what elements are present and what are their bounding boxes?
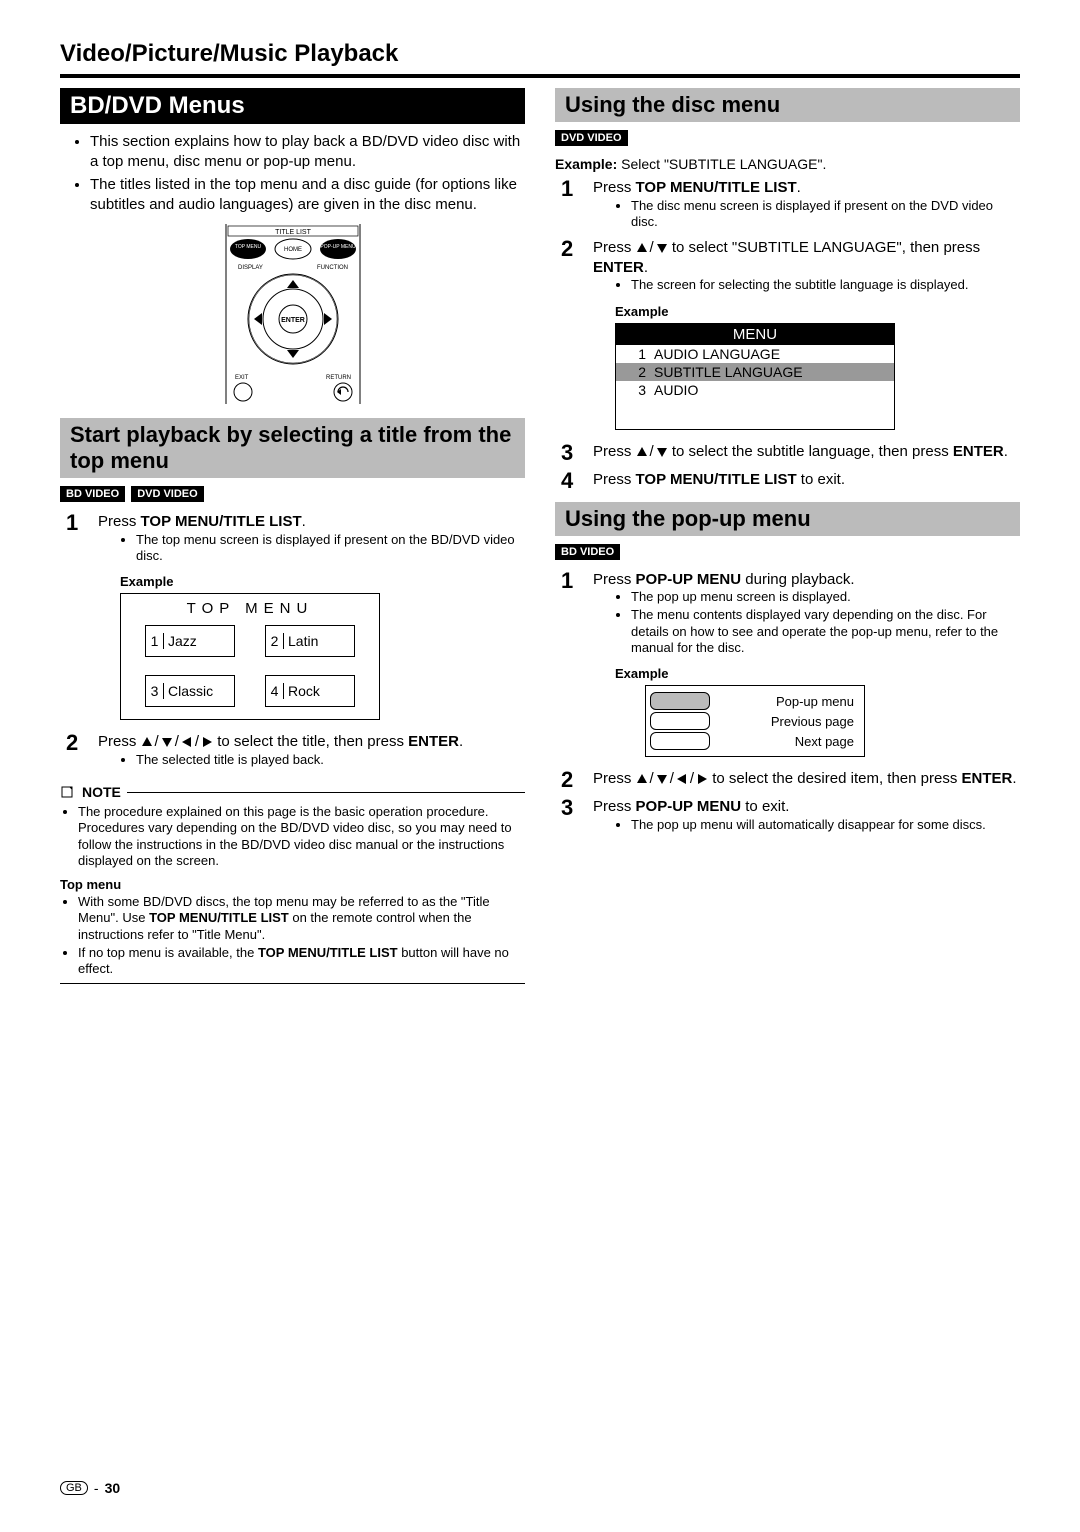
- menu-row-selected: 2SUBTITLE LANGUAGE: [616, 363, 894, 381]
- step-number: 1: [561, 570, 579, 659]
- svg-text:HOME: HOME: [284, 247, 302, 253]
- badge-dvd-video: DVD VIDEO: [555, 130, 628, 146]
- arrow-up-down-icon: /: [636, 238, 668, 258]
- example-label: Example: [615, 304, 1020, 319]
- step-text: Press POP-UP MENU to exit. The pop up me…: [593, 797, 1020, 835]
- step-number: 4: [561, 470, 579, 492]
- example-label: Example: [615, 666, 1020, 681]
- popup-example: Pop-up menu Previous page Next page: [645, 685, 865, 757]
- remote-illustration: TITLE LIST TOP MENU HOME POP-UP MENU DIS…: [193, 224, 393, 404]
- step-text: Press / to select "SUBTITLE LANGUAGE", t…: [593, 238, 1020, 296]
- arrow-up-down-left-right-icon: ///: [636, 769, 709, 789]
- step-number: 2: [66, 732, 84, 770]
- right-column: Using the disc menu DVD VIDEO Example: S…: [555, 88, 1020, 998]
- note-label: NOTE: [82, 784, 121, 800]
- menu-header: MENU: [616, 324, 894, 345]
- badge-bd-video: BD VIDEO: [60, 486, 125, 502]
- step-number: 2: [561, 238, 579, 296]
- heading-bd-dvd-menus: BD/DVD Menus: [60, 88, 525, 124]
- footer: GB - 30: [60, 1480, 120, 1496]
- step-text: Press /// to select the desired item, th…: [593, 769, 1020, 791]
- popup-row: Next page: [650, 732, 860, 750]
- top-menu-cell: 1Jazz: [145, 625, 235, 657]
- menu-row: 1AUDIO LANGUAGE: [616, 345, 894, 363]
- heading-using-popup-menu: Using the pop-up menu: [555, 502, 1020, 536]
- step-number: 3: [561, 797, 579, 835]
- intro-bullet: The titles listed in the top menu and a …: [90, 175, 525, 214]
- step-text: Press / to select the subtitle language,…: [593, 442, 1020, 464]
- svg-text:TITLE LIST: TITLE LIST: [275, 229, 312, 236]
- note-icon: [60, 785, 76, 799]
- step-number: 1: [66, 512, 84, 566]
- example-line: Example: Select "SUBTITLE LANGUAGE".: [555, 156, 1020, 172]
- step-text: Press TOP MENU/TITLE LIST to exit.: [593, 470, 1020, 492]
- step-text: Press POP-UP MENU during playback. The p…: [593, 570, 1020, 659]
- heading-using-disc-menu: Using the disc menu: [555, 88, 1020, 122]
- page-title: Video/Picture/Music Playback: [60, 40, 1020, 78]
- example-label: Example: [120, 574, 525, 589]
- top-menu-title: TOP MENU: [131, 600, 369, 617]
- svg-text:FUNCTION: FUNCTION: [317, 265, 348, 271]
- arrow-up-down-icon: /: [636, 442, 668, 462]
- note-bullet: The procedure explained on this page is …: [78, 804, 525, 869]
- step-text: Press TOP MENU/TITLE LIST. The top menu …: [98, 512, 525, 566]
- popup-row: Pop-up menu: [650, 692, 860, 710]
- svg-text:RETURN: RETURN: [326, 375, 351, 381]
- left-column: BD/DVD Menus This section explains how t…: [60, 88, 525, 998]
- svg-text:DISPLAY: DISPLAY: [238, 265, 263, 271]
- topmenu-note-bullet: If no top menu is available, the TOP MEN…: [78, 945, 525, 978]
- badge-bd-video: BD VIDEO: [555, 544, 620, 560]
- menu-example: MENU 1AUDIO LANGUAGE 2SUBTITLE LANGUAGE …: [615, 323, 895, 430]
- step-text: Press /// to select the title, then pres…: [98, 732, 525, 770]
- step-number: 3: [561, 442, 579, 464]
- arrow-up-down-left-right-icon: ///: [141, 732, 214, 752]
- svg-text:POP-UP MENU: POP-UP MENU: [320, 244, 356, 250]
- popup-row: Previous page: [650, 712, 860, 730]
- subheading-top-menu: Top menu: [60, 877, 525, 892]
- step-text: Press TOP MENU/TITLE LIST. The disc menu…: [593, 178, 1020, 232]
- footer-gb: GB: [60, 1481, 88, 1495]
- intro-bullet: This section explains how to play back a…: [90, 132, 525, 171]
- step-number: 1: [561, 178, 579, 232]
- top-menu-cell: 3Classic: [145, 675, 235, 707]
- top-menu-cell: 2Latin: [265, 625, 355, 657]
- top-menu-cell: 4Rock: [265, 675, 355, 707]
- svg-text:ENTER: ENTER: [281, 317, 305, 324]
- page-number: 30: [105, 1480, 121, 1496]
- top-menu-example: TOP MENU 1Jazz 2Latin 3Classic 4Rock: [120, 593, 380, 720]
- step-number: 2: [561, 769, 579, 791]
- menu-row: 3AUDIO: [616, 381, 894, 399]
- heading-start-playback: Start playback by selecting a title from…: [60, 418, 525, 478]
- badge-dvd-video: DVD VIDEO: [131, 486, 204, 502]
- svg-text:TOP MENU: TOP MENU: [234, 244, 261, 250]
- svg-text:EXIT: EXIT: [235, 375, 249, 381]
- topmenu-note-bullet: With some BD/DVD discs, the top menu may…: [78, 894, 525, 943]
